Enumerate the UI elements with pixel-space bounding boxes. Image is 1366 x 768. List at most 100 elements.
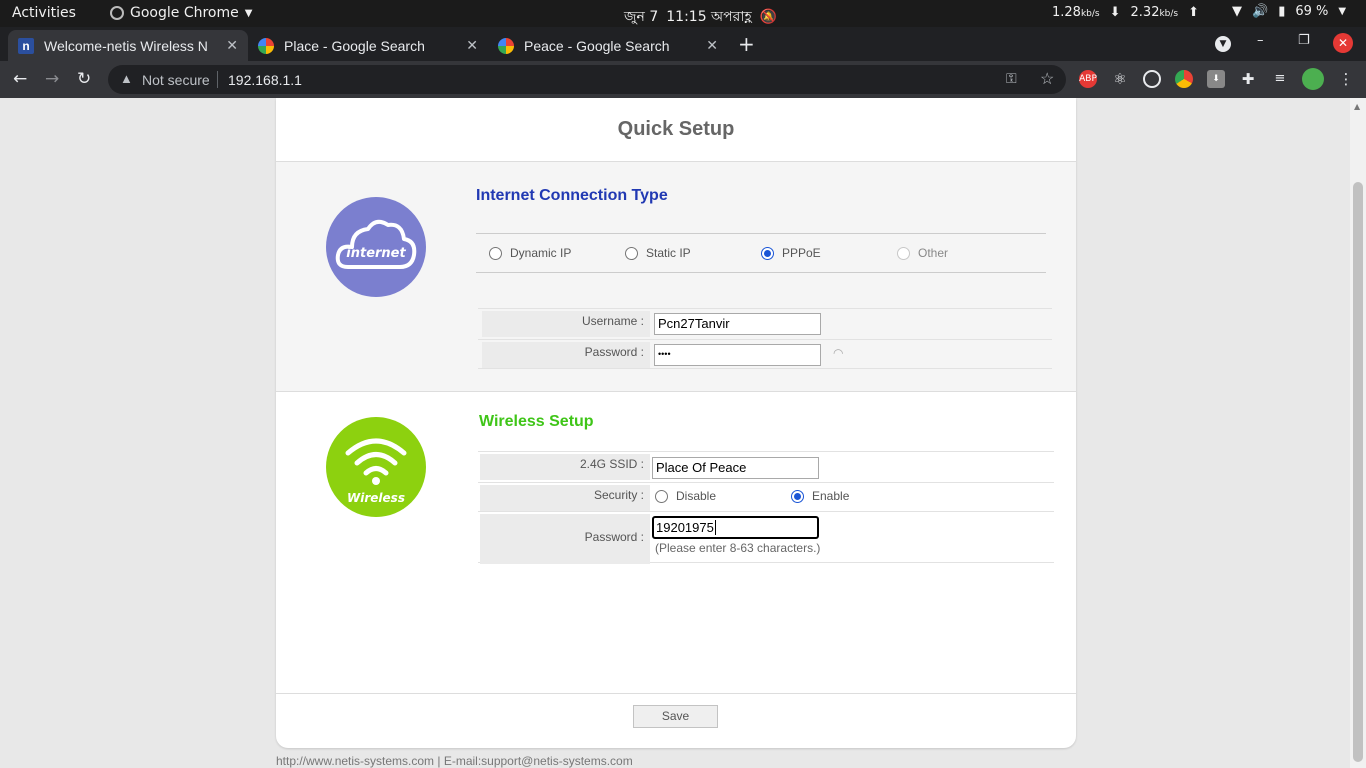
caret-down-icon: ▼ xyxy=(244,7,253,19)
radio-button[interactable] xyxy=(625,246,638,260)
ssid-row: 2.4G SSID : Place Of Peace xyxy=(478,452,1054,480)
react-icon[interactable]: ⚛ xyxy=(1111,70,1129,88)
new-tab-button[interactable]: + xyxy=(738,32,755,56)
internet-cloud-icon: internet xyxy=(326,197,426,297)
system-top-bar: Activities Google Chrome ▼ জুন 7 11:15 অ… xyxy=(0,0,1366,27)
forward-button[interactable]: → xyxy=(45,69,59,89)
activities-button[interactable]: Activities xyxy=(12,5,76,21)
close-icon[interactable]: ✕ xyxy=(706,37,718,54)
security-label: Security : xyxy=(480,485,650,511)
caret-down-icon: ▼ xyxy=(1338,6,1347,17)
download-icon[interactable]: ⬇ xyxy=(1207,70,1225,88)
close-icon[interactable]: ✕ xyxy=(466,37,478,54)
internet-heading: Internet Connection Type xyxy=(476,187,668,204)
bell-off-icon: 🔕 xyxy=(759,9,778,25)
wireless-logo-text: Wireless xyxy=(347,491,405,505)
password-label: Password : xyxy=(482,342,650,368)
divider xyxy=(217,71,218,88)
avatar[interactable] xyxy=(1302,68,1324,90)
arrow-down-icon: ⬇ xyxy=(1109,5,1121,20)
username-field[interactable]: Pcn27Tanvir xyxy=(654,313,821,335)
radio-other[interactable]: Other xyxy=(897,246,948,260)
reload-button[interactable]: ↻ xyxy=(77,69,91,89)
restore-button[interactable]: ❐ xyxy=(1298,33,1310,48)
radio-button[interactable] xyxy=(489,246,502,260)
panel-footer: Save xyxy=(276,693,1076,748)
wifi-password-label: Password : xyxy=(480,514,650,564)
radio-security-disable[interactable]: Disable xyxy=(655,489,716,503)
pppoe-password-row: Password : •••• ◠ xyxy=(478,339,1052,368)
google-favicon-icon xyxy=(498,37,514,54)
up-rate: 2.32 xyxy=(1130,5,1160,20)
tab-peace-search[interactable]: Peace - Google Search ✕ xyxy=(488,30,728,61)
security-status[interactable]: Not secure xyxy=(142,72,210,88)
radio-label: Disable xyxy=(676,489,717,503)
footer-contact[interactable]: http://www.netis-systems.com | E-mail:su… xyxy=(276,754,633,768)
tab-title: Place - Google Search xyxy=(284,37,425,54)
close-window-button[interactable]: ✕ xyxy=(1333,33,1353,53)
battery-icon: ▮ xyxy=(1278,4,1286,19)
pppoe-password-field[interactable]: •••• xyxy=(654,344,821,366)
radio-security-enable[interactable]: Enable xyxy=(791,489,849,503)
wireless-logo-icon: Wireless xyxy=(326,417,426,517)
scroll-up-arrow-icon[interactable]: ▲ xyxy=(1354,102,1360,111)
ssid-field[interactable]: Place Of Peace xyxy=(652,457,819,479)
tab-title: Welcome-netis Wireless N xyxy=(44,37,208,54)
radio-button-selected[interactable] xyxy=(761,246,774,260)
volume-icon: 🔊 xyxy=(1252,4,1269,19)
page-viewport: Quick Setup internet Internet Connection… xyxy=(0,98,1350,768)
url-text[interactable]: 192.168.1.1 xyxy=(228,72,302,88)
clock-time: 11:15 অপরাহ্ণ xyxy=(666,9,752,25)
key-icon[interactable]: ⚿ xyxy=(1006,70,1017,87)
up-rate-unit: kb/s xyxy=(1159,9,1179,19)
address-bar[interactable]: ▲ Not secure 192.168.1.1 ⚿ ☆ xyxy=(108,65,1066,94)
tab-title: Peace - Google Search xyxy=(524,37,670,54)
wireless-heading: Wireless Setup xyxy=(479,413,594,430)
battery-percent: 69 % xyxy=(1295,4,1329,19)
radio-button[interactable] xyxy=(655,489,668,503)
back-button[interactable]: ← xyxy=(13,69,27,89)
minimize-button[interactable]: – xyxy=(1257,33,1264,48)
radio-dynamic-ip[interactable]: Dynamic IP xyxy=(489,246,571,260)
show-password-icon[interactable]: ◠ xyxy=(833,346,843,360)
username-label: Username : xyxy=(482,311,650,337)
color-icon[interactable] xyxy=(1175,70,1193,88)
tab-strip: n Welcome-netis Wireless N ✕ Place - Goo… xyxy=(0,27,1366,61)
password-hint: (Please enter 8-63 characters.) xyxy=(655,541,821,555)
abp-icon[interactable]: ABP xyxy=(1079,70,1097,88)
tab-search-icon[interactable]: ▼ xyxy=(1215,36,1231,52)
username-row: Username : Pcn27Tanvir xyxy=(478,309,1052,337)
app-menu[interactable]: Google Chrome ▼ xyxy=(110,5,252,21)
wifi-password-field[interactable]: 19201975 xyxy=(652,516,819,539)
close-icon[interactable]: ✕ xyxy=(226,37,238,54)
radio-static-ip[interactable]: Static IP xyxy=(625,246,691,260)
target-icon[interactable] xyxy=(1143,70,1161,88)
radio-button-disabled[interactable] xyxy=(897,246,910,260)
radio-pppoe[interactable]: PPPoE xyxy=(761,246,821,260)
scrollbar-thumb[interactable] xyxy=(1353,182,1363,762)
save-button[interactable]: Save xyxy=(633,705,718,728)
puzzle-icon[interactable]: ✚ xyxy=(1239,70,1257,88)
menu-kebab-icon[interactable]: ⋮ xyxy=(1337,70,1355,88)
quick-setup-panel: Quick Setup internet Internet Connection… xyxy=(276,98,1076,748)
clock-date: জুন 7 xyxy=(624,9,659,25)
text-cursor xyxy=(714,520,716,535)
wifi-password-row: Password : 19201975 (Please enter 8-63 c… xyxy=(478,511,1054,564)
radio-label: PPPoE xyxy=(782,246,821,260)
radio-button-selected[interactable] xyxy=(791,489,804,503)
wireless-form: 2.4G SSID : Place Of Peace Security : Di… xyxy=(478,451,1054,564)
clock[interactable]: জুন 7 11:15 অপরাহ্ণ 🔕 xyxy=(624,5,777,29)
app-name: Google Chrome xyxy=(130,5,239,21)
tab-netis[interactable]: n Welcome-netis Wireless N ✕ xyxy=(8,30,248,61)
bookmark-star-icon[interactable]: ☆ xyxy=(1040,69,1054,89)
system-tray[interactable]: ▼ 🔊 ▮ 69 % ▼ xyxy=(1232,4,1346,19)
connection-type-group: Dynamic IP Static IP PPPoE Other xyxy=(476,233,1046,273)
chrome-icon xyxy=(110,6,124,20)
tab-place-search[interactable]: Place - Google Search ✕ xyxy=(248,30,488,61)
page-scrollbar[interactable]: ▲ xyxy=(1350,98,1366,768)
arrow-up-icon: ⬆ xyxy=(1188,5,1200,20)
down-rate: 1.28 xyxy=(1052,5,1081,20)
netis-favicon-icon: n xyxy=(18,37,34,54)
playlist-icon[interactable]: ≡ xyxy=(1271,70,1289,88)
radio-label: Dynamic IP xyxy=(510,246,572,260)
